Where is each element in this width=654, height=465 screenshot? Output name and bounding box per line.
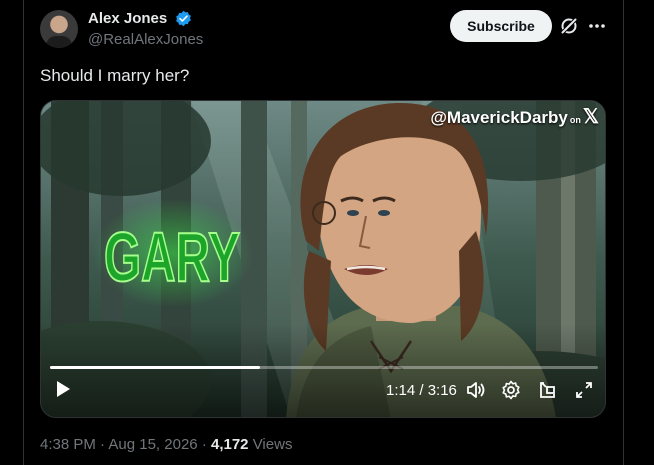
meta-separator: ·: [100, 436, 106, 453]
settings-gear-icon[interactable]: [501, 380, 521, 400]
tweet-meta: 4:38 PM · Aug 15, 2026 · 4,172 Views: [40, 436, 292, 453]
more-icon[interactable]: [586, 16, 608, 36]
tweet-date[interactable]: Aug 15, 2026: [108, 436, 197, 453]
video-player[interactable]: GARY @MaverickDarby on 𝕏 1:14 / 3:16: [40, 100, 606, 418]
volume-icon[interactable]: [465, 380, 485, 400]
display-name[interactable]: Alex Jones: [88, 10, 167, 27]
tweet-header: Alex Jones @RealAlexJones Subscribe: [40, 8, 610, 56]
grok-icon[interactable]: [559, 16, 579, 36]
picture-in-picture-icon[interactable]: [537, 380, 557, 400]
tweet-text: Should I marry her?: [40, 66, 190, 85]
overlay-gary-text: GARY: [103, 217, 241, 297]
watermark-on: on: [569, 115, 581, 125]
author-handle[interactable]: @RealAlexJones: [88, 31, 203, 48]
video-controls: 1:14 / 3:16: [41, 367, 605, 417]
fullscreen-icon[interactable]: [574, 380, 594, 400]
author-block: Alex Jones @RealAlexJones: [88, 10, 203, 48]
verified-badge-icon: [175, 11, 191, 27]
tweet-time[interactable]: 4:38 PM: [40, 436, 96, 453]
avatar[interactable]: [40, 10, 78, 48]
x-logo-icon: 𝕏: [582, 106, 599, 128]
play-icon[interactable]: [55, 380, 71, 398]
timeline-border-right: [623, 0, 624, 465]
views-label: Views: [252, 436, 293, 453]
timeline-border-left: [23, 0, 24, 465]
subscribe-button[interactable]: Subscribe: [450, 10, 552, 42]
video-watermark: @MaverickDarby on 𝕏: [430, 104, 599, 129]
views-count: 4,172: [210, 436, 249, 453]
video-time: 1:14 / 3:16: [386, 382, 457, 399]
watermark-handle: @MaverickDarby: [430, 108, 568, 127]
meta-separator-2: ·: [201, 436, 207, 453]
overlay-gary-label: GARY: [104, 218, 240, 296]
